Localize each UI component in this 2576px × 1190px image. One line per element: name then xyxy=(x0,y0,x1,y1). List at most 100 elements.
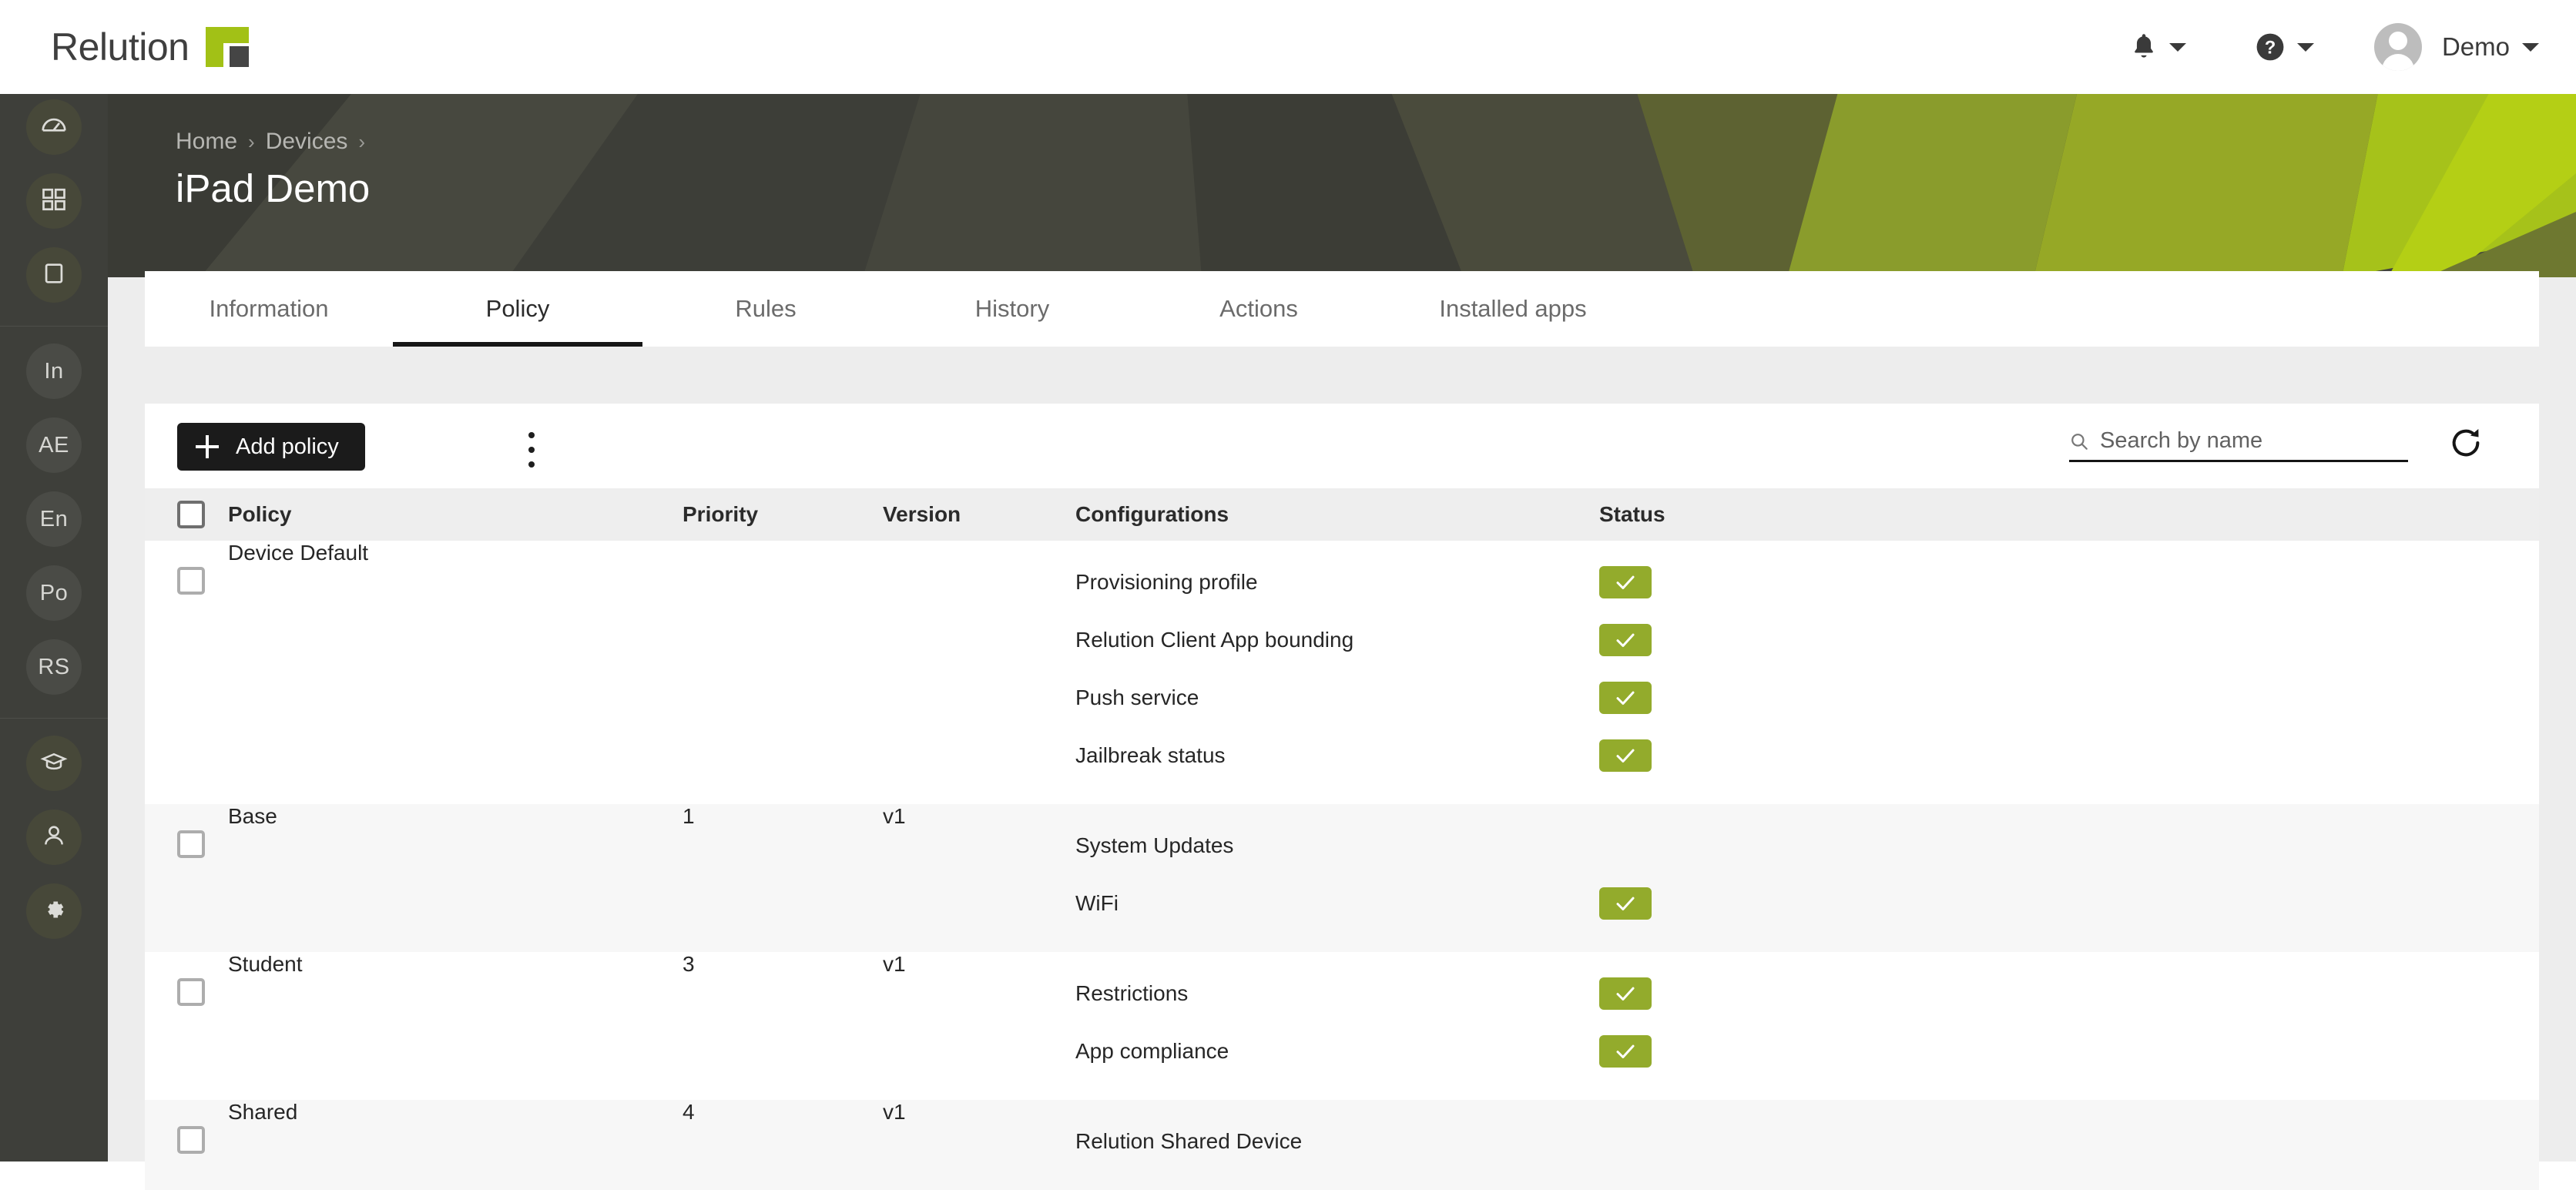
policy-name-cell: Device Default xyxy=(228,541,683,804)
sidebar-item-relution-shared[interactable]: RS xyxy=(26,639,82,695)
graduation-cap-icon xyxy=(40,748,68,779)
policy-table: Policy Priority Version Configurations S… xyxy=(145,488,2539,1190)
policy-name-cell-text: Base xyxy=(228,804,277,828)
configurations-cell: System Updates WiFi xyxy=(1075,804,1599,952)
select-all-header xyxy=(145,488,228,541)
configuration-item: Jailbreak status xyxy=(1075,742,1226,767)
policy-name-cell: Shared xyxy=(228,1100,683,1190)
status-line xyxy=(1599,816,2539,874)
sidebar-item-enrollment[interactable]: En xyxy=(26,491,82,547)
breadcrumb-home[interactable]: Home xyxy=(176,129,237,155)
grid-apps-icon xyxy=(40,186,68,217)
search-icon xyxy=(2069,431,2089,451)
tab-bar: Information Policy Rules History Actions… xyxy=(145,271,2539,347)
status-badge-none xyxy=(1599,1125,1652,1158)
relution-logo-mark-icon xyxy=(206,27,250,67)
policy-name-cell-text: Shared xyxy=(228,1100,298,1124)
priority-cell-text: 1 xyxy=(683,804,695,828)
status-line xyxy=(1599,611,2539,669)
row-select-cell xyxy=(145,804,228,952)
status-list xyxy=(1599,553,2539,784)
row-checkbox[interactable] xyxy=(177,567,205,595)
breadcrumb: Home › Devices › xyxy=(176,129,2576,155)
brand-logo[interactable]: Relution xyxy=(51,25,250,69)
col-header-configurations[interactable]: Configurations xyxy=(1075,488,1599,541)
sidebar-item-settings[interactable] xyxy=(26,883,82,939)
row-checkbox[interactable] xyxy=(177,830,205,858)
page-right-gutter xyxy=(2539,277,2576,1162)
configuration-list: System Updates WiFi xyxy=(1075,816,1599,932)
version-cell-text: v1 xyxy=(883,1100,906,1124)
configurations-cell: Restrictions App compliance xyxy=(1075,952,1599,1100)
brand-name: Relution xyxy=(51,25,190,69)
version-cell: v1 xyxy=(883,804,1075,952)
refresh-icon[interactable] xyxy=(2448,425,2484,461)
col-header-priority[interactable]: Priority xyxy=(683,488,883,541)
plus-icon xyxy=(196,435,219,458)
row-checkbox[interactable] xyxy=(177,1126,205,1154)
notifications-menu[interactable] xyxy=(2131,32,2186,62)
col-header-policy[interactable]: Policy xyxy=(228,488,683,541)
status-badge-ok xyxy=(1599,1034,1652,1068)
help-menu[interactable]: ? xyxy=(2256,32,2314,62)
table-row[interactable]: Shared 4 v1 Relution Shared Device xyxy=(145,1100,2539,1190)
version-cell xyxy=(883,541,1075,804)
policy-name-cell: Base xyxy=(228,804,683,952)
kebab-menu-icon[interactable] xyxy=(516,432,547,468)
tab-actions[interactable]: Actions xyxy=(1135,271,1382,347)
sidebar-item-label: AE xyxy=(39,432,69,458)
breadcrumb-devices[interactable]: Devices xyxy=(266,129,348,155)
table-row[interactable]: Student 3 v1 Restrictions App compliance xyxy=(145,952,2539,1100)
row-checkbox[interactable] xyxy=(177,978,205,1006)
tab-history[interactable]: History xyxy=(889,271,1135,347)
sidebar-divider xyxy=(0,326,108,327)
priority-cell: 3 xyxy=(683,952,883,1100)
sidebar-item-label: En xyxy=(39,506,69,531)
help-circle-icon: ? xyxy=(2256,32,2285,62)
sidebar-item-education[interactable] xyxy=(26,736,82,791)
svg-text:?: ? xyxy=(2265,38,2276,59)
search-field[interactable] xyxy=(2069,428,2408,462)
priority-cell: 1 xyxy=(683,804,883,952)
sidebar-item-inventory[interactable]: In xyxy=(26,344,82,399)
table-row[interactable]: Base 1 v1 System Updates WiFi xyxy=(145,804,2539,952)
status-line xyxy=(1599,726,2539,784)
configurations-cell: Relution Shared Device xyxy=(1075,1100,1599,1190)
sidebar-item-devices[interactable] xyxy=(26,247,82,303)
person-icon xyxy=(41,823,67,853)
configuration-item: System Updates xyxy=(1075,833,1234,857)
status-cell xyxy=(1599,952,2539,1100)
top-bar-actions: ? Demo xyxy=(2131,23,2539,71)
sidebar-item-users[interactable] xyxy=(26,810,82,865)
sidebar-item-apple-enrollment[interactable]: AE xyxy=(26,417,82,473)
tab-installed-apps[interactable]: Installed apps xyxy=(1382,271,1644,347)
status-badge-ok xyxy=(1599,565,1652,598)
status-list xyxy=(1599,964,2539,1080)
configuration-item: Restrictions xyxy=(1075,980,1189,1005)
status-badge-ok xyxy=(1599,887,1652,920)
chevron-down-icon xyxy=(2168,42,2186,52)
sidebar-item-dashboard[interactable] xyxy=(26,99,82,155)
breadcrumb-separator-icon: › xyxy=(358,129,366,153)
select-all-checkbox[interactable] xyxy=(177,501,205,528)
priority-cell-text: 4 xyxy=(683,1100,695,1124)
tab-rules[interactable]: Rules xyxy=(642,271,889,347)
row-select-cell xyxy=(145,1100,228,1190)
tab-information[interactable]: Information xyxy=(145,271,393,347)
status-list xyxy=(1599,816,2539,932)
col-header-status[interactable]: Status xyxy=(1599,488,2539,541)
breadcrumb-separator-icon: › xyxy=(248,129,255,153)
add-policy-button[interactable]: Add policy xyxy=(177,423,365,471)
status-badge-none xyxy=(1599,830,1652,862)
sidebar-divider xyxy=(0,718,108,719)
table-row[interactable]: Device Default Provisioning profile Reluti… xyxy=(145,541,2539,804)
search-input[interactable] xyxy=(2100,428,2408,454)
user-menu[interactable]: Demo xyxy=(2373,23,2539,71)
status-line xyxy=(1599,669,2539,726)
sidebar-item-policies[interactable]: Po xyxy=(26,565,82,621)
sidebar-item-label: RS xyxy=(38,654,70,679)
status-badge-ok xyxy=(1599,739,1652,772)
tab-policy[interactable]: Policy xyxy=(393,271,642,347)
col-header-version[interactable]: Version xyxy=(883,488,1075,541)
sidebar-item-apps[interactable] xyxy=(26,173,82,229)
